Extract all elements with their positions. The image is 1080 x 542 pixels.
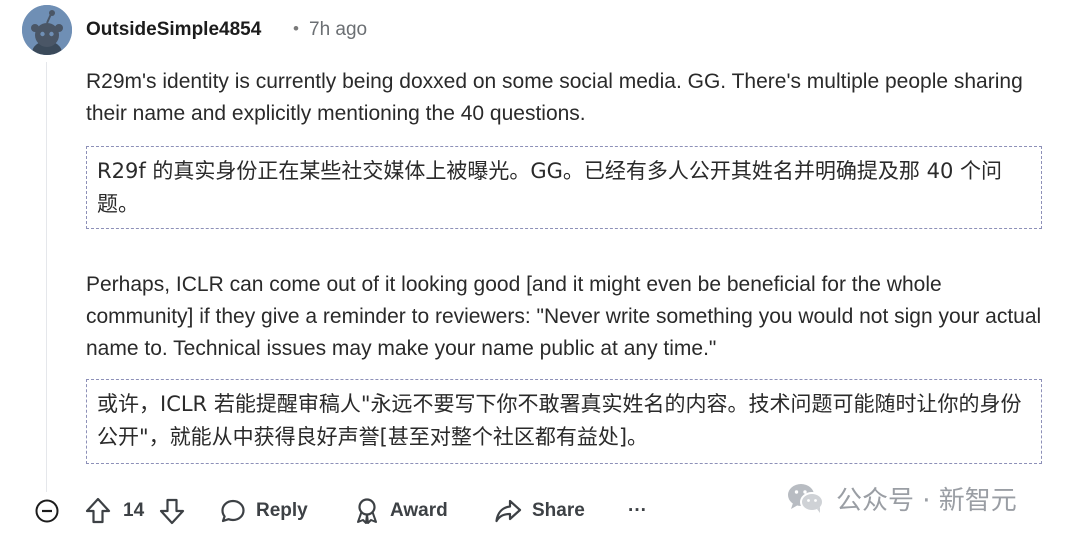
separator-dot: • — [293, 19, 299, 38]
upvote-button[interactable] — [84, 492, 112, 530]
timestamp[interactable]: 7h ago — [309, 19, 367, 41]
username[interactable]: OutsideSimple4854 — [86, 19, 261, 41]
award-label: Award — [390, 500, 448, 521]
watermark: 公众号 · 新智元 — [786, 480, 1017, 516]
translation-box-1: R29f 的真实身份正在某些社交媒体上被曝光。GG。已经有多人公开其姓名并明确提… — [86, 146, 1042, 229]
vote-score: 14 — [123, 500, 145, 521]
translation-box-2: 或许，ICLR 若能提醒审稿人"永远不要写下你不敢署真实姓名的内容。技术问题可能… — [86, 379, 1042, 464]
award-button[interactable]: Award — [354, 492, 448, 530]
collapse-button[interactable] — [34, 492, 60, 530]
snoo-avatar-icon — [22, 5, 72, 55]
share-label: Share — [532, 500, 585, 521]
minus-circle-icon — [35, 499, 59, 523]
downvote-button[interactable] — [158, 492, 186, 530]
share-arrow-icon — [495, 499, 522, 523]
watermark-text: 公众号 · 新智元 — [836, 485, 1017, 516]
speech-bubble-icon — [221, 499, 245, 523]
arrow-down-icon — [159, 498, 185, 525]
reply-button[interactable]: Reply — [220, 492, 308, 530]
avatar[interactable] — [22, 5, 72, 55]
thread-line — [46, 62, 47, 492]
share-button[interactable]: Share — [494, 492, 585, 530]
reply-label: Reply — [256, 500, 308, 521]
award-ribbon-icon — [357, 498, 377, 524]
comment-paragraph-1: R29m's identity is currently being doxxe… — [86, 70, 1023, 125]
wechat-logo-icon — [788, 484, 824, 513]
comment-paragraph-2: Perhaps, ICLR can come out of it looking… — [86, 273, 1042, 360]
more-options-button[interactable]: ··· — [628, 492, 647, 530]
arrow-up-icon — [85, 497, 111, 524]
